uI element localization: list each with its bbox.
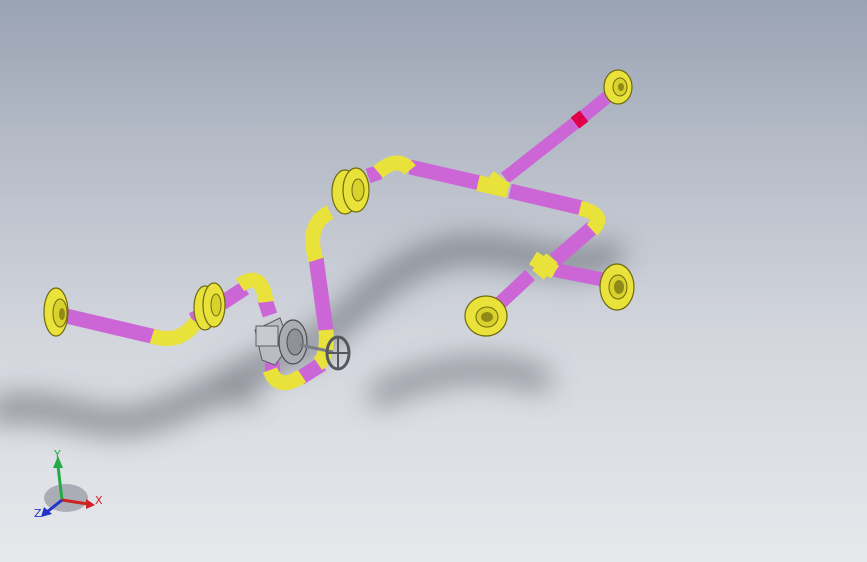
flange-pair-left[interactable] — [193, 282, 226, 331]
pipe-valve-drop — [257, 297, 278, 318]
elbow-1 — [149, 317, 203, 346]
graphics-viewport[interactable]: Y X Z — [0, 0, 867, 562]
flange-lower-left-end[interactable] — [464, 295, 508, 337]
elbow-3 — [262, 366, 307, 391]
elbow-6 — [373, 155, 416, 178]
pipe-bottom-run — [295, 357, 327, 385]
pipe-lower-left-branch — [493, 269, 535, 311]
elbow-4 — [313, 329, 334, 371]
flange-upper-right-end[interactable] — [603, 69, 633, 105]
pipe-top-connector — [365, 164, 383, 184]
pipe-lower-right-branch — [553, 263, 607, 287]
flange-pair-top[interactable] — [331, 167, 370, 215]
pipe-assembly-model[interactable] — [0, 0, 867, 562]
valve-handwheel[interactable] — [325, 335, 351, 371]
triad-x-label: X — [95, 494, 103, 507]
pipe-lower-header — [508, 183, 584, 216]
pipe-upper-branch — [500, 117, 580, 184]
elbow-5 — [305, 205, 334, 263]
reference-triad — [41, 456, 95, 517]
tee-lower — [528, 251, 560, 280]
tee-upper — [476, 171, 510, 198]
triad-z-label: Z — [34, 507, 42, 520]
pipe-header-run — [408, 159, 482, 191]
triad-y-label: Y — [54, 448, 61, 461]
weld-marks — [570, 110, 589, 129]
pipe-left-run — [60, 307, 162, 346]
flange-lower-right-end[interactable] — [599, 263, 635, 311]
pipe-main-riser — [308, 256, 334, 332]
flange-left-end[interactable] — [43, 287, 69, 337]
pipe-left-upper — [217, 281, 250, 310]
